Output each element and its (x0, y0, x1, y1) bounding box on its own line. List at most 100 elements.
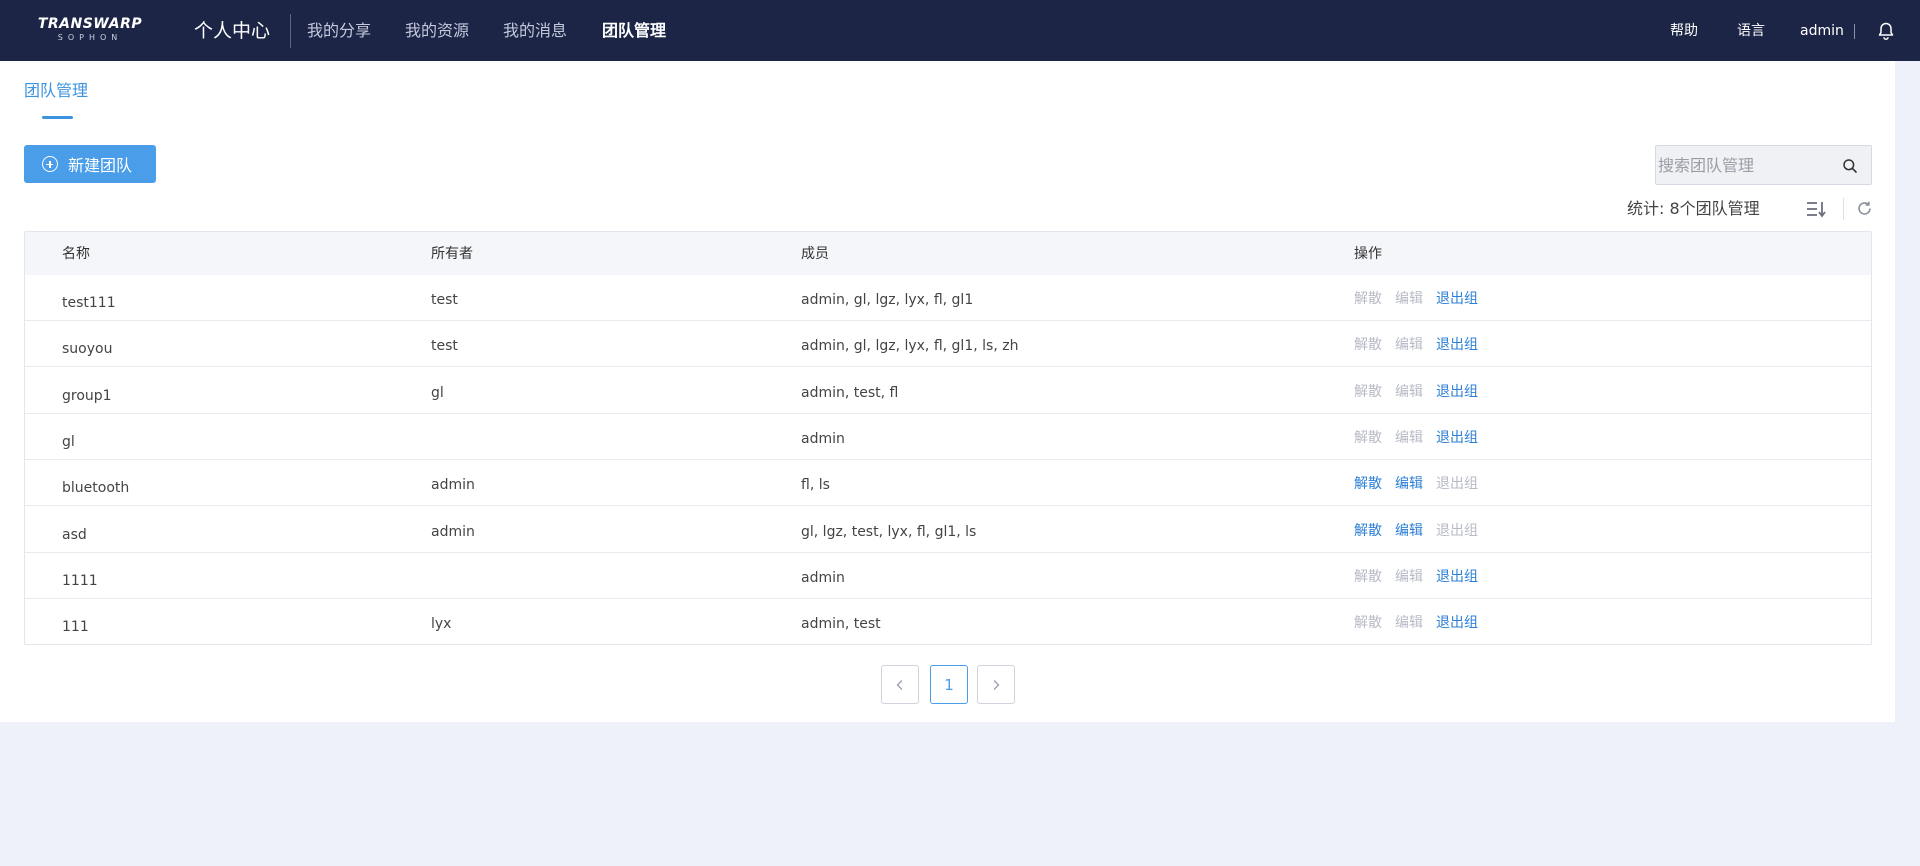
table-row: group1 gl admin, test, fl 解散 编辑 退出组 (25, 368, 1871, 414)
search-icon[interactable] (1842, 158, 1858, 174)
edit-link: 编辑 (1395, 383, 1423, 400)
team-members: admin (801, 569, 845, 586)
chevron-right-icon (993, 679, 1000, 690)
team-members: admin, gl, lgz, lyx, fl, gl1, ls, zh (801, 338, 1019, 355)
table-row: asd admin gl, lgz, test, lyx, fl, gl1, ls 解… (25, 507, 1871, 553)
team-name: gl (62, 433, 75, 450)
logo-brand: TRANSWARP (37, 16, 143, 32)
refresh-icon[interactable] (1856, 200, 1873, 217)
user-menu[interactable]: admin (1800, 22, 1844, 41)
nav-my-messages[interactable]: 我的消息 (503, 20, 567, 42)
leave-group-link[interactable]: 退出组 (1436, 568, 1478, 586)
leave-group-link[interactable]: 退出组 (1436, 290, 1478, 308)
row-actions: 解散 编辑 退出组 (1354, 568, 1478, 586)
search-box (1655, 145, 1872, 185)
team-name: test111 (62, 295, 116, 311)
edit-link[interactable]: 编辑 (1395, 522, 1423, 540)
disband-link: 解散 (1354, 429, 1382, 446)
top-nav-bar: TRANSWARP SOPHON 个人中心 我的分享 我的资源 我的消息 团队管… (0, 0, 1920, 61)
nav-divider (290, 14, 291, 48)
row-actions: 解散 编辑 退出组 (1354, 429, 1478, 447)
disband-link[interactable]: 解散 (1354, 522, 1382, 540)
logo[interactable]: TRANSWARP SOPHON (36, 16, 144, 46)
column-header-actions: 操作 (1354, 246, 1382, 262)
edit-link: 编辑 (1395, 337, 1423, 354)
tab-team-management[interactable]: 团队管理 (24, 80, 88, 102)
search-input[interactable] (1658, 152, 1828, 178)
sort-icon[interactable] (1805, 199, 1827, 219)
nav-team-management[interactable]: 团队管理 (602, 20, 666, 42)
disband-link: 解散 (1354, 337, 1382, 354)
leave-group-link: 退出组 (1436, 522, 1478, 539)
column-header-owner[interactable]: 所有者 (431, 245, 473, 263)
tab-active-indicator (42, 116, 73, 119)
leave-group-link: 退出组 (1436, 476, 1478, 493)
disband-link: 解散 (1354, 383, 1382, 400)
plus-circle-icon (42, 156, 58, 172)
new-team-button[interactable]: 新建团队 (24, 145, 156, 183)
language-link[interactable]: 语言 (1737, 22, 1765, 41)
row-actions: 解散 编辑 退出组 (1354, 522, 1478, 540)
table-row: suoyou test admin, gl, lgz, lyx, fl, gl1, … (25, 321, 1871, 368)
team-members: admin, test, fl (801, 384, 899, 401)
team-owner: gl (431, 384, 444, 401)
team-table: 名称 所有者 成员 操作 test111 test admin, gl, lgz, … (24, 231, 1872, 645)
page-background-edge (1895, 120, 1920, 866)
row-actions: 解散 编辑 退出组 (1354, 290, 1478, 308)
nav-my-shares[interactable]: 我的分享 (307, 20, 371, 42)
edit-link[interactable]: 编辑 (1395, 475, 1423, 493)
page-1-button[interactable]: 1 (930, 665, 968, 704)
team-members: admin, test (801, 616, 881, 633)
team-owner: test (431, 292, 458, 308)
team-name: 111 (62, 619, 89, 636)
team-name: group1 (62, 387, 112, 404)
team-members: fl, ls (801, 477, 830, 494)
leave-group-link[interactable]: 退出组 (1436, 614, 1478, 632)
row-actions: 解散 编辑 退出组 (1354, 475, 1478, 493)
team-owner: admin (431, 523, 475, 540)
team-name: 1111 (62, 572, 98, 589)
edit-link: 编辑 (1395, 291, 1423, 307)
toolbar-divider (1843, 198, 1844, 220)
disband-link: 解散 (1354, 291, 1382, 307)
edit-link: 编辑 (1395, 615, 1423, 632)
nav-home[interactable]: 个人中心 (194, 18, 270, 44)
column-header-name[interactable]: 名称 (62, 245, 90, 263)
next-page-button[interactable] (977, 665, 1015, 704)
chevron-left-icon (896, 679, 903, 690)
team-members: admin (801, 430, 845, 447)
team-owner: lyx (431, 616, 452, 633)
edit-link: 编辑 (1395, 429, 1423, 446)
leave-group-link[interactable]: 退出组 (1436, 336, 1478, 354)
team-owner: test (431, 338, 458, 355)
leave-group-link[interactable]: 退出组 (1436, 383, 1478, 401)
team-owner: admin (431, 477, 475, 494)
help-link[interactable]: 帮助 (1670, 22, 1698, 41)
team-members: gl, lgz, test, lyx, fl, gl1, ls (801, 523, 977, 540)
table-row: test111 test admin, gl, lgz, lyx, fl, gl1 解… (25, 275, 1871, 321)
disband-link: 解散 (1354, 615, 1382, 632)
bell-icon[interactable] (1876, 21, 1896, 41)
logo-sub: SOPHON (57, 33, 123, 42)
content-panel: 团队管理 新建团队 统计: 8个团队管理 名称 (0, 61, 1895, 722)
team-name: bluetooth (62, 480, 130, 497)
edit-link: 编辑 (1395, 568, 1423, 585)
table-row: gl admin 解散 编辑 退出组 (25, 414, 1871, 460)
team-name: suoyou (62, 341, 113, 358)
row-actions: 解散 编辑 退出组 (1354, 336, 1478, 354)
prev-page-button[interactable] (881, 665, 919, 704)
nav-my-resources[interactable]: 我的资源 (405, 20, 469, 42)
table-row: 111 lyx admin, test 解散 编辑 退出组 (25, 599, 1871, 645)
row-actions: 解散 编辑 退出组 (1354, 614, 1478, 632)
disband-link[interactable]: 解散 (1354, 475, 1382, 493)
team-name: asd (62, 526, 87, 543)
disband-link: 解散 (1354, 568, 1382, 585)
table-row: 1111 admin 解散 编辑 退出组 (25, 553, 1871, 599)
row-actions: 解散 编辑 退出组 (1354, 383, 1478, 401)
table-row: bluetooth admin fl, ls 解散 编辑 退出组 (25, 460, 1871, 507)
nav-right-divider (1854, 24, 1855, 39)
team-members: admin, gl, lgz, lyx, fl, gl1 (801, 292, 974, 308)
leave-group-link[interactable]: 退出组 (1436, 429, 1478, 447)
table-header: 名称 所有者 成员 操作 (25, 232, 1871, 275)
column-header-members[interactable]: 成员 (801, 245, 829, 263)
